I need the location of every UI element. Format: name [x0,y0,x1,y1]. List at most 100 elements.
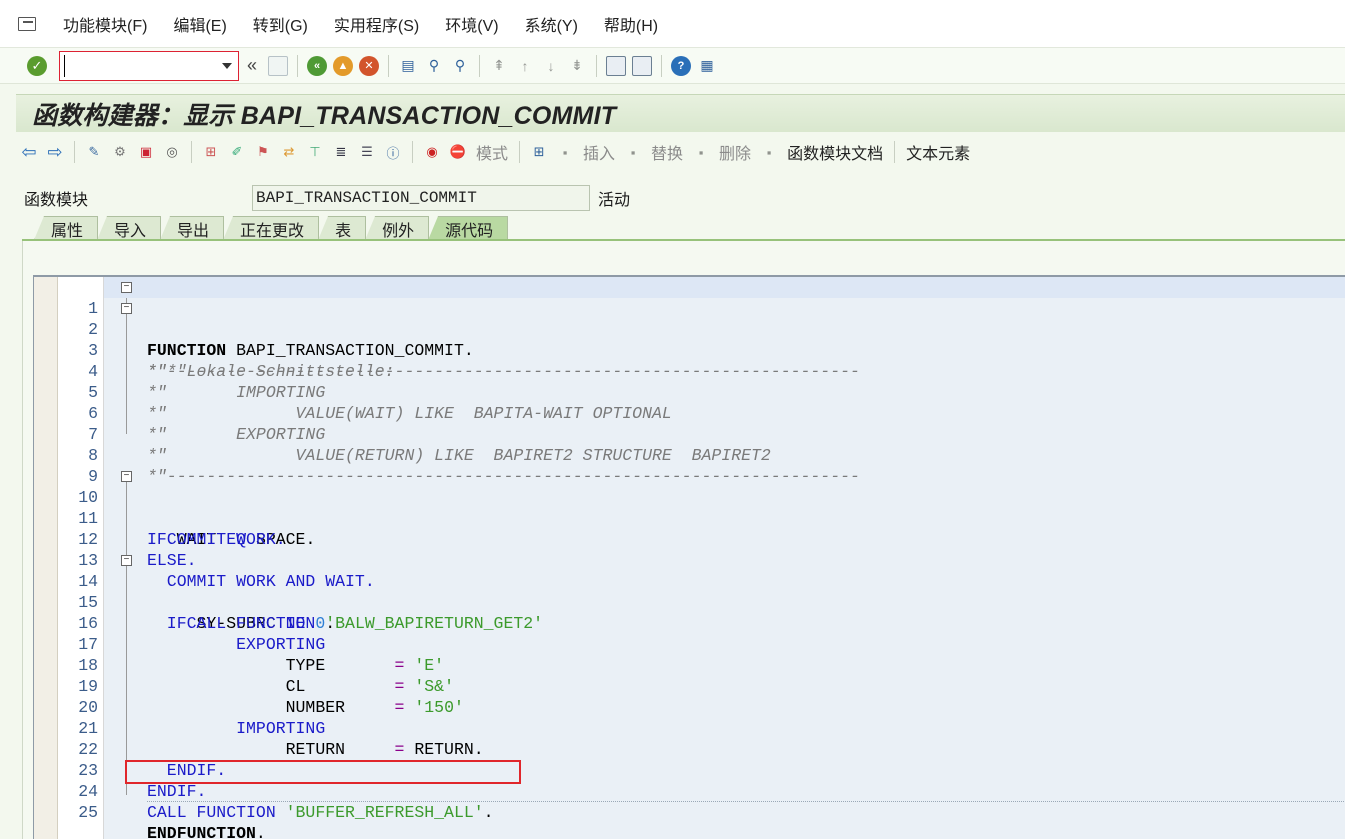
toolbar-separator [894,141,896,163]
line-number: 16 [78,614,98,633]
where-used-icon[interactable]: ⊞ [201,142,221,162]
new-session-icon[interactable] [606,55,626,76]
code-area[interactable]: 1 − FUNCTION BAPI_TRANSACTION_COMMIT. 2 … [78,277,1345,839]
line-number: 8 [88,446,98,465]
code-editor[interactable]: 1 − FUNCTION BAPI_TRANSACTION_COMMIT. 2 … [33,275,1345,839]
function-module-field[interactable]: BAPI_TRANSACTION_COMMIT [252,185,590,211]
enter-icon[interactable]: ✓ [27,55,47,76]
code-line[interactable]: 1 − FUNCTION BAPI_TRANSACTION_COMMIT. [88,277,1345,360]
help-icon[interactable]: ? [671,55,691,76]
collapse-icon[interactable]: − [121,471,132,482]
code-line[interactable]: 4 *" IMPORTING [88,340,1345,402]
menu-function-module[interactable]: 功能模块(F) [50,12,160,36]
code-line[interactable]: 12 ELSE. [78,508,1345,570]
active-inactive-icon[interactable]: ⚙ [110,142,130,162]
object-list-icon[interactable]: ⇄ [279,142,299,162]
activate-icon[interactable]: ◎ [162,142,182,162]
tab-tables[interactable]: 表 [318,216,367,240]
code-line[interactable]: 14 − IF SY-SUBRC NE 0. [78,550,1345,633]
stop-icon[interactable]: ⛔ [448,142,468,162]
collapse-icon[interactable]: « [242,55,262,76]
code-line[interactable]: 18 CL = 'S&' [78,634,1345,696]
tab-import[interactable]: 导入 [97,216,162,240]
menu-environment[interactable]: 环境(V) [432,12,511,36]
command-input[interactable] [64,54,214,77]
list-icon[interactable]: ☰ [357,142,377,162]
tab-exceptions[interactable]: 例外 [365,216,430,240]
forward-arrow-icon[interactable]: ⇨ [45,142,65,162]
code-line[interactable]: 10 − IF WAIT EQ SPACE. [78,466,1345,549]
code-line[interactable]: 23 ENDIF. [78,739,1345,801]
info-icon[interactable]: ⓘ [383,142,403,162]
next-page-icon[interactable]: ↓ [541,56,561,76]
tab-changing[interactable]: 正在更改 [223,216,320,240]
debug-icon[interactable]: ⚑ [253,142,273,162]
function-module-doc-button[interactable]: 函数模块文档 [787,140,883,164]
chevron-down-icon[interactable] [222,62,232,69]
code-line[interactable]: 22 ENDIF. [78,718,1345,780]
status-text: 活动 [598,192,631,209]
menu-goto[interactable]: 转到(G) [240,12,321,36]
back-icon[interactable]: « [307,55,327,76]
code-line[interactable]: 16 EXPORTING [78,592,1345,654]
code-line[interactable]: 5 *" VALUE(WAIT) LIKE BAPITA-WAIT OPTION… [88,361,1345,423]
hierarchy-icon[interactable]: ⊤ [305,142,325,162]
insert-icon[interactable]: ▪ [555,142,575,162]
code-line[interactable]: 11 COMMIT WORK. [78,487,1345,549]
cancel-icon[interactable]: ✕ [359,55,379,76]
delete-icon[interactable]: ▪ [691,142,711,162]
code-line[interactable]: 7 *" VALUE(RETURN) LIKE BAPIRET2 STRUCTU… [88,403,1345,465]
code-line[interactable]: 19 NUMBER = '150' [78,655,1345,717]
display-change-icon[interactable]: ✎ [84,142,104,162]
first-page-icon[interactable]: ⇞ [489,56,509,76]
find-icon[interactable]: ⚲ [424,56,444,76]
code-line[interactable]: 25 ENDFUNCTION. [78,781,1345,839]
tab-export[interactable]: 导出 [160,216,225,240]
tab-attributes[interactable]: 属性 [34,216,99,240]
collapse-icon[interactable]: − [121,555,132,566]
split-icon[interactable]: ⊞ [529,142,549,162]
find-next-icon[interactable]: ⚲ [450,56,470,76]
print-icon[interactable]: ▤ [398,56,418,76]
breakpoint-icon[interactable]: ◉ [422,142,442,162]
check-icon[interactable]: ▣ [136,142,156,162]
delete-button[interactable]: 删除 [719,140,751,164]
page-title: 函数构建器：显示 BAPI_TRANSACTION_COMMIT [32,101,617,130]
command-field[interactable] [59,50,239,81]
text-elements-button[interactable]: 文本元素 [906,140,970,164]
replace-button[interactable]: 替换 [651,140,683,164]
code-line[interactable]: 8 *"------------------------------------… [88,424,1345,486]
code-line[interactable]: 3 *"*"Lokale Schnittstelle: [88,319,1345,381]
pretty-printer-icon[interactable]: ≣ [331,142,351,162]
menu-utilities[interactable]: 实用程序(S) [321,12,432,36]
menu-system[interactable]: 系统(Y) [512,12,591,36]
last-page-icon[interactable]: ⇟ [567,56,587,76]
code-line[interactable]: 15 CALL FUNCTION 'BALW_BAPIRETURN_GET2' [78,571,1345,633]
menu-help[interactable]: 帮助(H) [591,12,671,36]
menu-edit[interactable]: 编辑(E) [160,12,239,36]
document-icon[interactable]: ▪ [759,142,779,162]
code-line[interactable]: 20 IMPORTING [78,676,1345,738]
code-line[interactable]: 6 *" EXPORTING [88,382,1345,444]
layout-icon[interactable]: ▦ [697,56,717,76]
prev-page-icon[interactable]: ↑ [515,56,535,76]
code-token: . [483,803,494,822]
collapse-icon[interactable]: − [121,282,132,293]
code-line[interactable]: 21 RETURN = RETURN. [78,697,1345,759]
replace-icon[interactable]: ▪ [623,142,643,162]
shortcut-icon[interactable] [632,55,652,76]
code-line[interactable]: 2 − *"----------------------------------… [88,298,1345,381]
save-icon[interactable] [268,55,288,76]
test-icon[interactable]: ✐ [227,142,247,162]
code-line[interactable]: 17 TYPE = 'E' [78,613,1345,675]
tab-source-code[interactable]: 源代码 [428,216,509,240]
insert-button[interactable]: 插入 [583,140,615,164]
menu-icon[interactable] [18,16,36,31]
code-line[interactable]: 13 COMMIT WORK AND WAIT. [78,529,1345,591]
back-arrow-icon[interactable]: ⇦ [19,142,39,162]
pattern-button[interactable]: 模式 [476,140,508,164]
exit-icon[interactable]: ▲ [333,55,353,76]
line-number: 18 [78,656,98,675]
code-line[interactable]: 9 [88,445,1345,486]
collapse-icon[interactable]: − [121,303,132,314]
